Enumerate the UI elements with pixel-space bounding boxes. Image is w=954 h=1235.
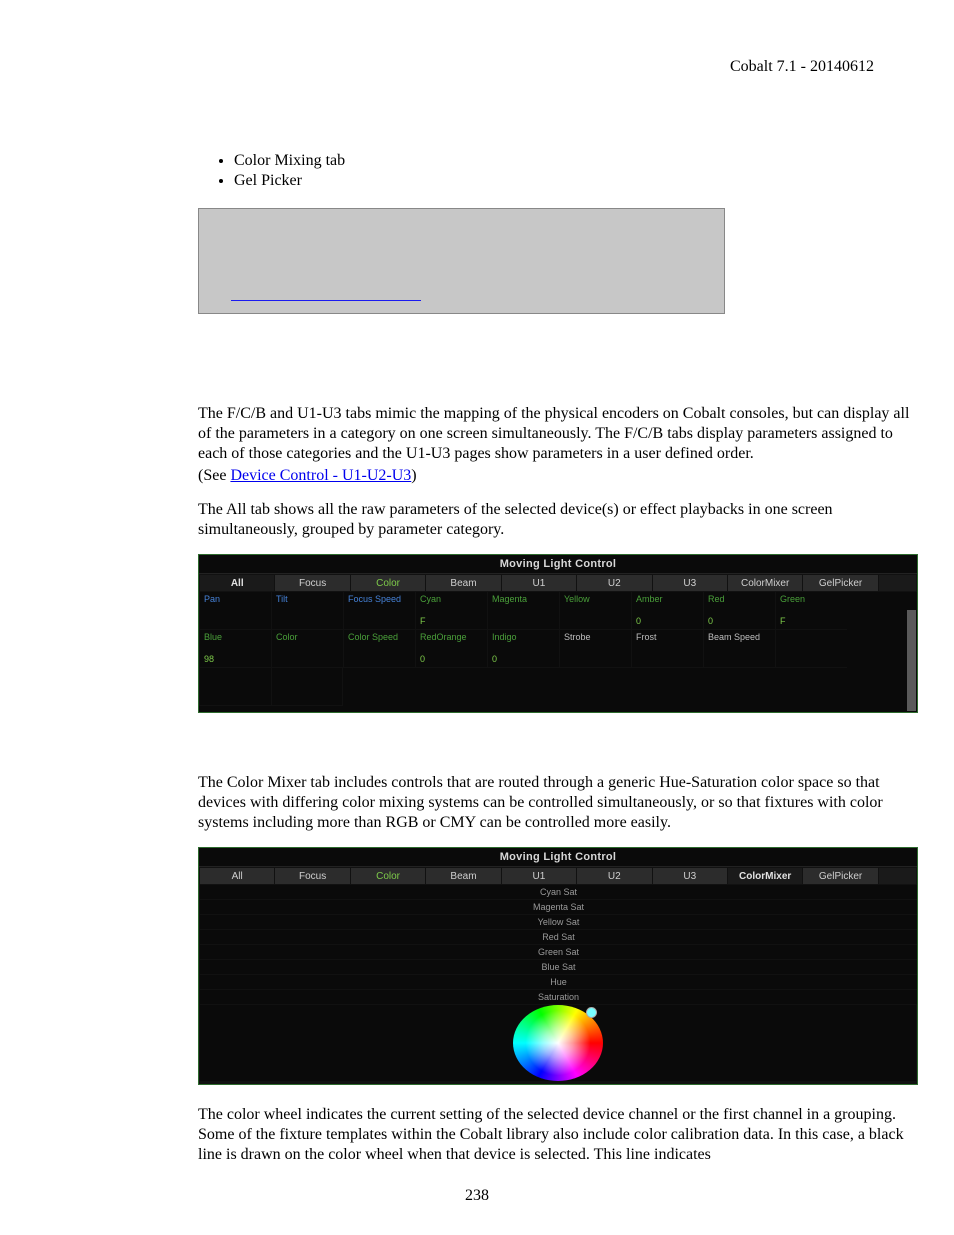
sat-yellow[interactable]: Yellow Sat bbox=[199, 915, 917, 930]
param-value: 0 bbox=[492, 654, 497, 664]
param-value: F bbox=[420, 616, 426, 626]
param-cell[interactable]: Pan bbox=[199, 592, 271, 630]
param-cell[interactable]: Tilt bbox=[271, 592, 343, 630]
scrollbar[interactable] bbox=[907, 610, 916, 711]
param-cell[interactable]: Green F bbox=[775, 592, 847, 630]
mixer-blank bbox=[199, 1082, 917, 1084]
param-cell[interactable]: Amber 0 bbox=[631, 592, 703, 630]
param-cell[interactable]: Strobe bbox=[559, 630, 631, 668]
param-label: Beam Speed bbox=[708, 632, 771, 642]
tab-u3[interactable]: U3 bbox=[652, 867, 727, 885]
param-label: Indigo bbox=[492, 632, 555, 642]
param-cell[interactable]: Magenta bbox=[487, 592, 559, 630]
sat-saturation[interactable]: Saturation bbox=[199, 990, 917, 1005]
paragraph-fcb: The F/C/B and U1-U3 tabs mimic the mappi… bbox=[198, 404, 918, 464]
sat-cyan[interactable]: Cyan Sat bbox=[199, 885, 917, 900]
param-value: 98 bbox=[204, 654, 214, 664]
tab-blank bbox=[878, 867, 917, 885]
param-label: Red bbox=[708, 594, 771, 604]
param-cell[interactable]: RedOrange 0 bbox=[415, 630, 487, 668]
tab-gelpicker[interactable]: GelPicker bbox=[802, 574, 877, 592]
tab-u2[interactable]: U2 bbox=[576, 867, 651, 885]
note-box bbox=[198, 208, 725, 314]
param-cell[interactable] bbox=[775, 630, 847, 668]
param-label: Focus Speed bbox=[348, 594, 411, 604]
tab-beam[interactable]: Beam bbox=[425, 867, 500, 885]
param-value: 0 bbox=[636, 616, 641, 626]
param-label: Pan bbox=[204, 594, 267, 604]
sat-green[interactable]: Green Sat bbox=[199, 945, 917, 960]
sat-blue[interactable]: Blue Sat bbox=[199, 960, 917, 975]
tab-u1[interactable]: U1 bbox=[501, 867, 576, 885]
param-cell[interactable] bbox=[199, 668, 271, 706]
sat-red[interactable]: Red Sat bbox=[199, 930, 917, 945]
bullet-list: Color Mixing tab Gel Picker bbox=[234, 152, 918, 190]
param-label: Tilt bbox=[276, 594, 339, 604]
param-label: Magenta bbox=[492, 594, 555, 604]
tab-color[interactable]: Color bbox=[350, 574, 425, 592]
tab-focus[interactable]: Focus bbox=[274, 574, 349, 592]
param-cell[interactable]: Focus Speed bbox=[343, 592, 415, 630]
param-label: Yellow bbox=[564, 594, 627, 604]
param-cell[interactable]: Frost bbox=[631, 630, 703, 668]
paragraph-color-mixer: The Color Mixer tab includes controls th… bbox=[198, 773, 918, 833]
param-label: Color Speed bbox=[348, 632, 411, 642]
param-label: Frost bbox=[636, 632, 699, 642]
param-label: Green bbox=[780, 594, 843, 604]
mlc-title: Moving Light Control bbox=[199, 555, 917, 574]
page-number: 238 bbox=[0, 1187, 954, 1205]
param-label: Strobe bbox=[564, 632, 627, 642]
color-wheel[interactable] bbox=[199, 1005, 917, 1082]
param-cell[interactable]: Cyan F bbox=[415, 592, 487, 630]
param-value: F bbox=[780, 616, 786, 626]
link-device-control[interactable]: Device Control - U1-U2-U3 bbox=[230, 467, 411, 484]
tab-row: All Focus Color Beam U1 U2 U3 ColorMixer… bbox=[199, 574, 917, 592]
bullet-item: Gel Picker bbox=[234, 172, 918, 190]
param-label: Cyan bbox=[420, 594, 483, 604]
param-value: 0 bbox=[420, 654, 425, 664]
param-label: Blue bbox=[204, 632, 267, 642]
tab-all[interactable]: All bbox=[199, 574, 274, 592]
param-value: 0 bbox=[708, 616, 713, 626]
wheel-indicator bbox=[586, 1007, 597, 1018]
bullet-item: Color Mixing tab bbox=[234, 152, 918, 170]
note-link-placeholder[interactable] bbox=[231, 300, 421, 301]
param-cell[interactable]: Indigo 0 bbox=[487, 630, 559, 668]
tab-gelpicker[interactable]: GelPicker bbox=[802, 867, 877, 885]
tab-blank bbox=[878, 574, 917, 592]
tab-all[interactable]: All bbox=[199, 867, 274, 885]
figure-all-tab: Moving Light Control All Focus Color Bea… bbox=[198, 554, 918, 713]
tab-u1[interactable]: U1 bbox=[501, 574, 576, 592]
param-cell[interactable]: Blue 98 bbox=[199, 630, 271, 668]
param-cell[interactable] bbox=[271, 668, 343, 706]
param-cell[interactable]: Color Speed bbox=[343, 630, 415, 668]
tab-colormixer[interactable]: ColorMixer bbox=[727, 574, 802, 592]
param-cell[interactable]: Beam Speed bbox=[703, 630, 775, 668]
figure-color-mixer: Moving Light Control All Focus Color Bea… bbox=[198, 847, 918, 1085]
sat-magenta[interactable]: Magenta Sat bbox=[199, 900, 917, 915]
page-header: Cobalt 7.1 - 20140612 bbox=[730, 58, 874, 76]
param-label: Color bbox=[276, 632, 339, 642]
sat-hue[interactable]: Hue bbox=[199, 975, 917, 990]
tab-beam[interactable]: Beam bbox=[425, 574, 500, 592]
tab-u2[interactable]: U2 bbox=[576, 574, 651, 592]
tab-u3[interactable]: U3 bbox=[652, 574, 727, 592]
paragraph-all-tab: The All tab shows all the raw parameters… bbox=[198, 500, 918, 540]
tab-focus[interactable]: Focus bbox=[274, 867, 349, 885]
tab-color[interactable]: Color bbox=[350, 867, 425, 885]
tab-colormixer[interactable]: ColorMixer bbox=[727, 867, 802, 885]
param-label: RedOrange bbox=[420, 632, 483, 642]
param-cell[interactable]: Yellow bbox=[559, 592, 631, 630]
param-cell[interactable]: Red 0 bbox=[703, 592, 775, 630]
paragraph-see-link: (See Device Control - U1-U2-U3) bbox=[198, 466, 918, 486]
paragraph-color-wheel: The color wheel indicates the current se… bbox=[198, 1105, 918, 1165]
mlc-title-2: Moving Light Control bbox=[199, 848, 917, 867]
tab-row-2: All Focus Color Beam U1 U2 U3 ColorMixer… bbox=[199, 867, 917, 885]
param-label: Amber bbox=[636, 594, 699, 604]
param-cell[interactable]: Color bbox=[271, 630, 343, 668]
